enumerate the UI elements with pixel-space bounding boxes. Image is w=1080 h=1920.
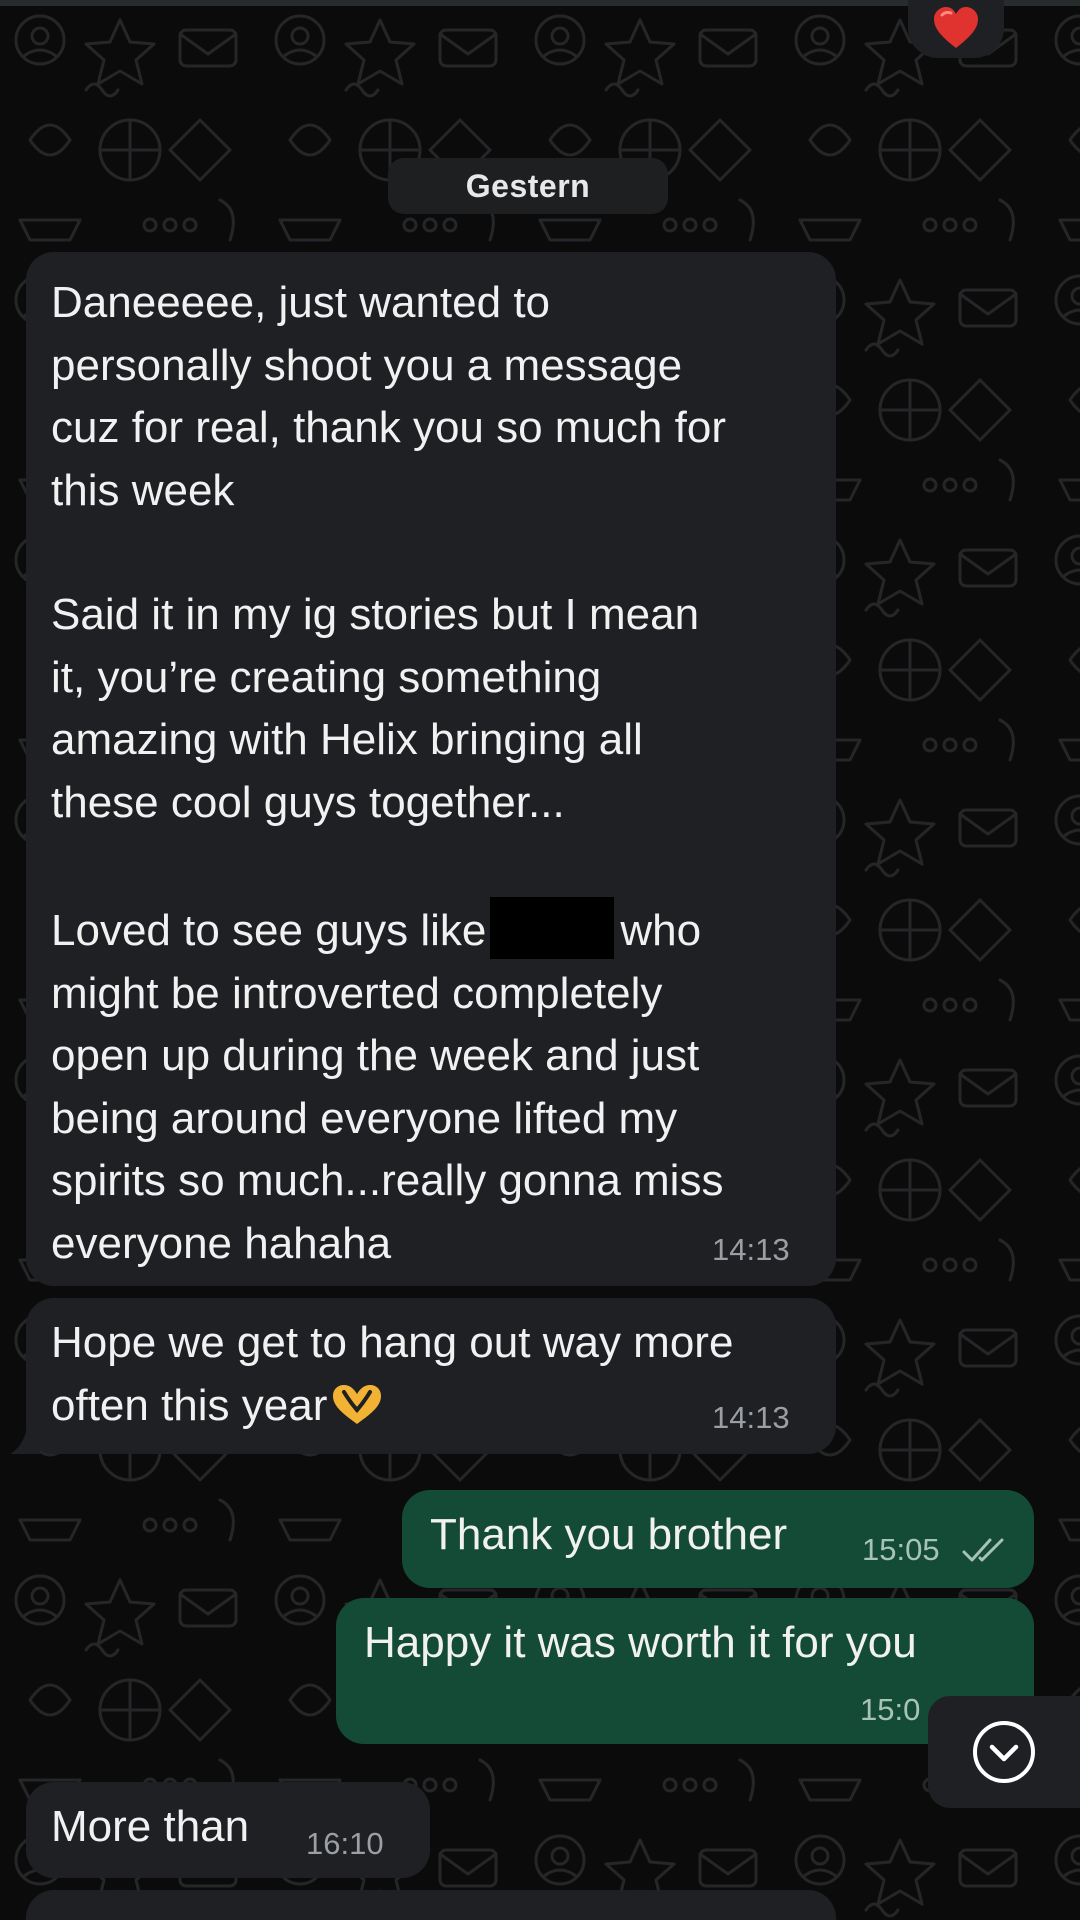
heart-hands-emoji-icon bbox=[329, 1381, 385, 1444]
message-timestamp: 15:0 bbox=[860, 1692, 921, 1727]
message-text: Said it in my ig stories but I mean it, … bbox=[51, 584, 831, 834]
message-bubble-incoming[interactable]: Daneeeee, just wanted to personally shoo… bbox=[26, 252, 836, 1286]
message-paragraph: Daneeeee, just wanted to personally shoo… bbox=[51, 278, 726, 515]
date-separator: Gestern bbox=[388, 158, 668, 214]
bubble-tail-icon bbox=[10, 1424, 40, 1454]
heart-icon bbox=[934, 7, 978, 48]
message-bubble-outgoing[interactable]: Thank you brother 15:05 bbox=[402, 1490, 1034, 1588]
message-text: Happy it was worth it for you bbox=[364, 1612, 1024, 1675]
message-paragraph: Thank you brother bbox=[430, 1510, 788, 1559]
chat-screen: Gestern Daneeeee, just wanted to persona… bbox=[0, 0, 1080, 1920]
message-timestamp: 16:10 bbox=[306, 1826, 384, 1861]
double-check-icon bbox=[962, 1538, 1004, 1562]
message-bubble-incoming[interactable]: Hope we get to hang out way more often t… bbox=[26, 1298, 836, 1454]
message-text: Daneeeee, just wanted to personally shoo… bbox=[51, 272, 831, 522]
redacted-name-block bbox=[490, 897, 615, 959]
message-bubble-incoming[interactable]: More than 16:10 bbox=[26, 1782, 430, 1878]
message-text: More than bbox=[51, 1796, 311, 1859]
message-paragraph: More than bbox=[51, 1802, 250, 1851]
reaction-pill[interactable] bbox=[908, 0, 1004, 58]
message-paragraph: Said it in my ig stories but I mean it, … bbox=[51, 590, 700, 827]
message-text: Loved to see guys like who might be intro… bbox=[51, 897, 831, 1275]
message-timestamp: 14:13 bbox=[712, 1400, 790, 1435]
message-timestamp: 15:05 bbox=[862, 1532, 940, 1567]
chevron-down-circle-icon bbox=[973, 1721, 1035, 1783]
message-paragraph: Loved to see guys like bbox=[51, 906, 487, 955]
message-text: Hope we get to hang out way more often t… bbox=[51, 1312, 811, 1443]
message-paragraph: Hope we get to hang out way more often t… bbox=[51, 1318, 734, 1430]
message-bubble-partial bbox=[26, 1890, 836, 1920]
message-paragraph: Happy it was worth it for you bbox=[364, 1618, 917, 1667]
message-timestamp: 14:13 bbox=[712, 1232, 790, 1267]
message-paragraph: who might be introverted completely open… bbox=[51, 906, 724, 1268]
message-text: Thank you brother bbox=[430, 1504, 850, 1567]
scroll-to-bottom-button[interactable] bbox=[928, 1696, 1080, 1808]
